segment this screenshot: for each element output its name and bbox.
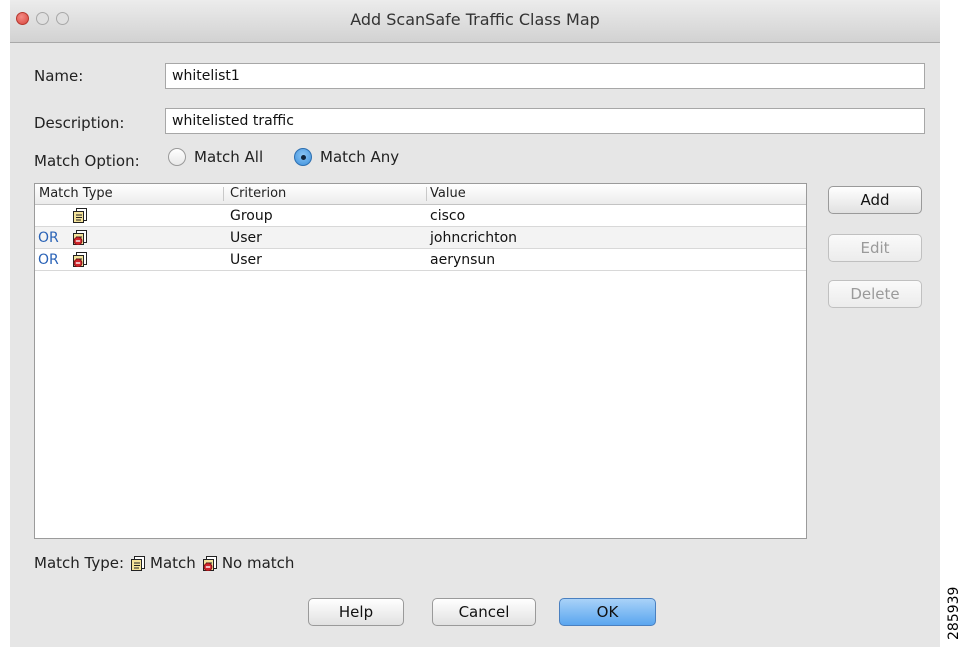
value-cell: aerynsun — [430, 252, 496, 268]
legend-no-match-label: No match — [221, 554, 295, 572]
figure-id-label: 285939 — [946, 586, 962, 640]
add-button[interactable]: Add — [828, 186, 922, 214]
no-match-icon — [72, 252, 88, 267]
column-divider[interactable] — [426, 187, 427, 201]
value-cell: johncrichton — [430, 230, 518, 246]
dialog-window: Add ScanSafe Traffic Class Map Name: whi… — [10, 0, 940, 647]
match-all-radio[interactable] — [168, 148, 186, 166]
delete-button[interactable]: Delete — [828, 280, 922, 308]
column-header-match-type[interactable]: Match Type — [39, 186, 113, 201]
match-any-radio[interactable] — [294, 148, 312, 166]
match-any-label: Match Any — [320, 148, 400, 166]
column-header-criterion[interactable]: Criterion — [230, 186, 286, 201]
match-icon — [131, 555, 146, 571]
edit-button[interactable]: Edit — [828, 234, 922, 262]
description-field[interactable]: whitelisted traffic — [165, 108, 925, 134]
ok-button[interactable]: OK — [559, 598, 656, 626]
cancel-button[interactable]: Cancel — [432, 598, 536, 626]
table-row[interactable]: OR User johncrichton — [35, 227, 806, 249]
criterion-cell: User — [230, 252, 262, 268]
radio-selected-dot — [301, 155, 306, 160]
title-bar: Add ScanSafe Traffic Class Map — [10, 0, 940, 43]
window-title: Add ScanSafe Traffic Class Map — [350, 10, 600, 29]
match-type-legend: Match Type: Match No match — [34, 554, 294, 572]
no-match-icon — [72, 230, 88, 245]
help-button[interactable]: Help — [308, 598, 404, 626]
legend-label: Match Type: — [34, 554, 125, 572]
criterion-cell: Group — [230, 208, 273, 224]
description-label: Description: — [34, 114, 125, 132]
match-all-radio-option[interactable]: Match All — [168, 148, 263, 166]
value-cell: cisco — [430, 208, 466, 224]
no-match-icon — [202, 555, 218, 571]
or-prefix: OR — [38, 230, 59, 246]
or-prefix: OR — [38, 252, 59, 268]
criterion-cell: User — [230, 230, 262, 246]
match-all-label: Match All — [194, 148, 264, 166]
match-any-radio-option[interactable]: Match Any — [294, 148, 399, 166]
match-icon — [73, 208, 87, 223]
criteria-table[interactable]: Match Type Criterion Value Group cisco O… — [34, 183, 807, 539]
name-label: Name: — [34, 67, 84, 85]
column-divider[interactable] — [223, 187, 224, 201]
table-header: Match Type Criterion Value — [35, 184, 806, 205]
match-option-label: Match Option: — [34, 152, 140, 170]
legend-match-label: Match — [150, 554, 196, 572]
column-header-value[interactable]: Value — [430, 186, 466, 201]
name-field[interactable]: whitelist1 — [165, 63, 925, 89]
table-row[interactable]: OR User aerynsun — [35, 249, 806, 271]
table-row[interactable]: Group cisco — [35, 205, 806, 227]
